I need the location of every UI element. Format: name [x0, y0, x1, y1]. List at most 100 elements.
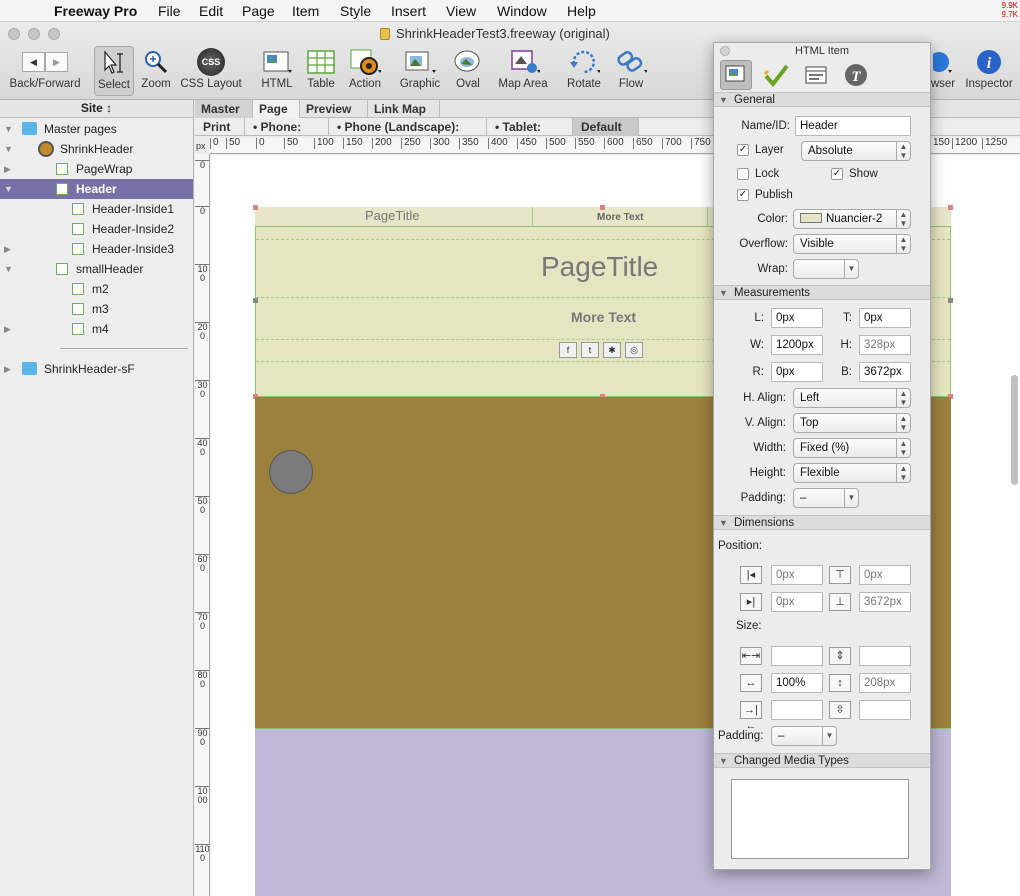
color-select[interactable]: Nuancier-2 ▲ ▼: [793, 209, 911, 229]
width-field[interactable]: 100%: [771, 673, 823, 693]
height-mode-select[interactable]: Flexible ▲ ▼: [793, 463, 911, 483]
width-icon[interactable]: ↔: [740, 674, 762, 692]
height-icon[interactable]: ↕: [829, 674, 851, 692]
tab-master[interactable]: Master: [195, 100, 253, 118]
max-height-icon[interactable]: ⇳: [829, 701, 851, 719]
menu-page[interactable]: Page: [242, 3, 275, 19]
html-item-button[interactable]: HTML: [258, 48, 296, 90]
max-width-icon[interactable]: →|←: [740, 701, 762, 732]
tab-page[interactable]: Page: [253, 100, 300, 118]
site-item-m4[interactable]: ▶ m4: [0, 319, 193, 339]
section-general[interactable]: ▼ General: [714, 92, 930, 107]
section-measurements[interactable]: ▼ Measurements: [714, 285, 930, 300]
site-item-shrinkheader-sf[interactable]: ▶ ShrinkHeader-sF: [0, 359, 193, 379]
menu-file[interactable]: File: [158, 3, 181, 19]
overflow-select[interactable]: Visible ▲ ▼: [793, 234, 911, 254]
table-button[interactable]: Table: [303, 48, 339, 90]
selection-handle[interactable]: [253, 298, 258, 303]
menu-help[interactable]: Help: [567, 3, 596, 19]
share-icon[interactable]: ✱: [603, 342, 621, 358]
site-item-master-pages[interactable]: ▼ Master pages: [0, 119, 193, 139]
disclosure-closed-icon[interactable]: ▶: [4, 359, 11, 379]
back-arrow-icon[interactable]: ◀: [22, 52, 45, 72]
menu-edit[interactable]: Edit: [199, 3, 223, 19]
zoom-window-button[interactable]: [48, 28, 60, 40]
disclosure-open-icon[interactable]: ▼: [719, 93, 728, 107]
h-field[interactable]: 328px: [859, 335, 911, 355]
back-forward-button[interactable]: ◀ ▶ Back/Forward: [8, 48, 82, 90]
height-field[interactable]: 208px: [859, 673, 911, 693]
disclosure-open-icon[interactable]: ▼: [719, 516, 728, 530]
vertical-ruler[interactable]: 0 0 100 200 300 400 500 600 700 800 900 …: [195, 154, 210, 896]
selection-handle[interactable]: [948, 298, 953, 303]
w-field[interactable]: 1200px: [771, 335, 823, 355]
site-item-m3[interactable]: m3: [0, 299, 193, 319]
min-height-icon[interactable]: ⇕: [829, 647, 851, 665]
site-item-header-inside3[interactable]: ▶ Header-Inside3: [0, 239, 193, 259]
dimensions-padding-select[interactable]: – ▼: [771, 726, 837, 746]
publish-checkbox[interactable]: ✓: [737, 189, 749, 201]
twitter-icon[interactable]: t: [581, 342, 599, 358]
inspector-tab-page[interactable]: [800, 60, 832, 90]
media-tab-print[interactable]: Print: [195, 118, 245, 136]
selection-handle[interactable]: [253, 205, 258, 210]
menu-insert[interactable]: Insert: [391, 3, 426, 19]
min-width-field[interactable]: [771, 646, 823, 666]
disclosure-open-icon[interactable]: ▼: [4, 179, 13, 199]
show-checkbox[interactable]: ✓: [831, 168, 843, 180]
disclosure-closed-icon[interactable]: ▶: [4, 239, 11, 259]
selection-handle[interactable]: [600, 205, 605, 210]
lock-checkbox[interactable]: [737, 168, 749, 180]
action-button[interactable]: Action: [345, 48, 385, 90]
site-panel-header[interactable]: Site ↕: [0, 100, 193, 118]
section-dimensions[interactable]: ▼ Dimensions: [714, 515, 930, 530]
disclosure-open-icon[interactable]: ▼: [719, 286, 728, 300]
width-mode-select[interactable]: Fixed (%) ▲ ▼: [793, 438, 911, 458]
site-item-smallheader[interactable]: ▼ smallHeader: [0, 259, 193, 279]
position-right-field[interactable]: 0px: [771, 592, 823, 612]
media-tab-tablet[interactable]: • Tablet: 768: [487, 118, 573, 152]
l-field[interactable]: 0px: [771, 308, 823, 328]
inspector-tab-item[interactable]: [720, 60, 752, 90]
position-bottom-field[interactable]: 3672px: [859, 592, 911, 612]
inspector-tab-text[interactable]: T: [840, 60, 872, 90]
max-height-field[interactable]: [859, 700, 911, 720]
b-field[interactable]: 3672px: [859, 362, 911, 382]
right-edge-icon[interactable]: ▸|: [740, 593, 762, 611]
bottom-edge-icon[interactable]: ⊥: [829, 593, 851, 611]
oval-button[interactable]: Oval: [450, 48, 486, 90]
disclosure-closed-icon[interactable]: ▶: [4, 319, 11, 339]
disclosure-open-icon[interactable]: ▼: [4, 119, 13, 139]
t-field[interactable]: 0px: [859, 308, 911, 328]
changed-media-types-list[interactable]: [731, 779, 909, 859]
min-height-field[interactable]: [859, 646, 911, 666]
site-item-header[interactable]: ▼ Header: [0, 179, 193, 199]
position-left-field[interactable]: 0px: [771, 565, 823, 585]
left-edge-icon[interactable]: |◂: [740, 566, 762, 584]
disclosure-open-icon[interactable]: ▼: [4, 259, 13, 279]
max-width-field[interactable]: [771, 700, 823, 720]
menu-window[interactable]: Window: [497, 3, 547, 19]
rotate-button[interactable]: Rotate: [564, 48, 604, 90]
site-item-header-inside2[interactable]: Header-Inside2: [0, 219, 193, 239]
vertical-scrollbar[interactable]: [1011, 375, 1018, 485]
disclosure-open-icon[interactable]: ▼: [4, 139, 13, 159]
section-changed-media-types[interactable]: ▼ Changed Media Types: [714, 753, 930, 768]
flow-button[interactable]: Flow: [612, 48, 650, 90]
page-title[interactable]: PageTitle: [541, 251, 658, 283]
select-tool-button[interactable]: Select: [94, 46, 134, 96]
h-align-select[interactable]: Left ▲ ▼: [793, 388, 911, 408]
tab-link-map[interactable]: Link Map: [368, 100, 440, 118]
disclosure-open-icon[interactable]: ▼: [719, 754, 728, 768]
menu-item[interactable]: Item: [292, 3, 319, 19]
selection-handle[interactable]: [948, 205, 953, 210]
minimize-window-button[interactable]: [28, 28, 40, 40]
menu-app-name[interactable]: Freeway Pro: [54, 3, 137, 19]
browser-button[interactable]: wser: [930, 48, 956, 90]
zoom-tool-button[interactable]: Zoom: [138, 48, 174, 90]
min-width-icon[interactable]: ⇤⇥: [740, 647, 762, 665]
media-tab-phone[interactable]: • Phone: 320: [245, 118, 329, 152]
menu-view[interactable]: View: [446, 3, 476, 19]
layer-mode-select[interactable]: Absolute ▲ ▼: [801, 141, 911, 161]
close-window-button[interactable]: [8, 28, 20, 40]
